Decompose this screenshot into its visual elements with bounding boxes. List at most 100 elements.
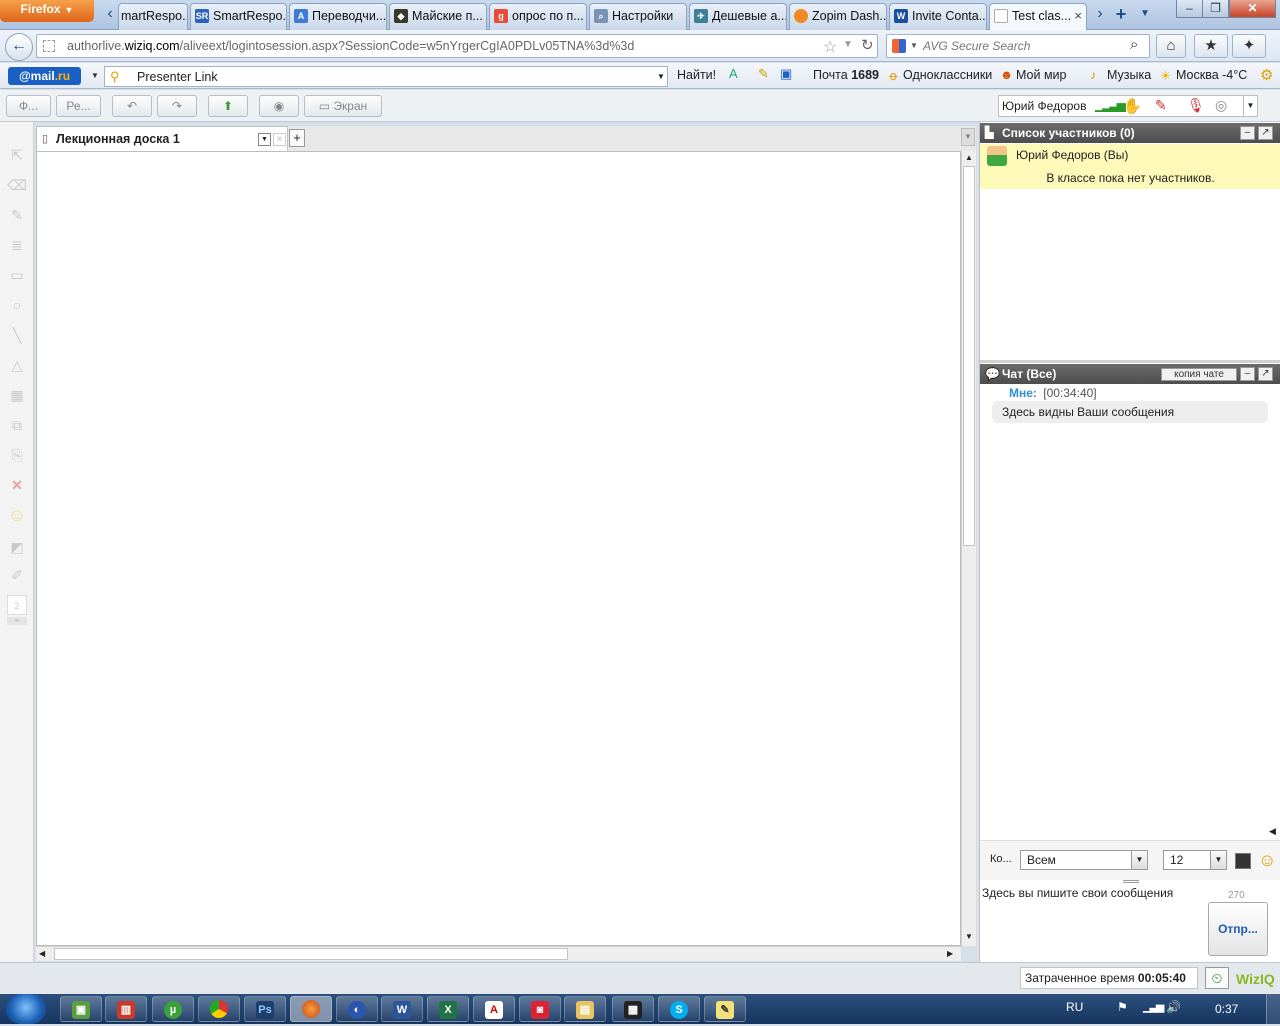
line-color-icon[interactable]: ✐ [7,565,27,585]
reload-icon[interactable]: ↻ [861,36,874,54]
music-link[interactable]: Музыка [1107,68,1151,82]
vertical-scroll-thumb[interactable] [963,166,975,546]
close-board-icon[interactable]: × [273,133,286,146]
site-identity-icon[interactable] [43,40,55,52]
myworld-link[interactable]: Мой мир [1016,68,1067,82]
emoticon-tool-icon[interactable]: ☺ [7,505,27,525]
add-board-button[interactable]: + [289,129,305,147]
paste-tool-icon[interactable]: ⎘ [7,445,27,465]
browser-tab[interactable]: g опрос по п... [489,3,587,30]
taskbar-app-utorrent[interactable]: µ [152,996,194,1022]
popout-panel-icon[interactable]: ↗ [1258,126,1273,140]
board-tab[interactable]: ▯ Лекционная доска 1 ▼ × [36,126,288,152]
mail-link[interactable]: Почта 1689 [813,68,879,82]
search-history-dropdown-icon[interactable]: ▼ [657,72,665,81]
stroke-width-selector[interactable]: 2 [7,595,27,615]
screen-share-button[interactable]: ▭ Экран [304,95,382,117]
search-icon[interactable]: ⌕ [1130,36,1138,53]
taskbar-app-chrome[interactable] [198,996,240,1022]
highlighter-icon[interactable]: ✎ [758,66,769,82]
taskbar-app-reader[interactable]: ◙ [519,996,561,1022]
close-window-icon[interactable]: ✕ [1229,0,1276,18]
screenshot-icon[interactable]: ▣ [780,66,792,82]
chat-recipient-select[interactable]: Всем ▼ [1020,850,1148,870]
text-color-picker[interactable] [1235,853,1251,869]
chat-input[interactable]: Здесь вы пишите свои сообщения 270 Отпр.… [980,884,1280,962]
minimize-window-icon[interactable]: – [1176,0,1203,18]
text-tool-icon[interactable]: ≣ [7,235,27,255]
mailru-search-input[interactable]: ⚲ Presenter Link ▼ [104,66,668,87]
addons-button[interactable]: ✦ [1232,34,1266,58]
scroll-right-icon[interactable]: ▶ [947,949,953,958]
address-bar[interactable]: authorlive.wiziq.com/aliveext/logintoses… [36,34,878,58]
fill-color-icon[interactable]: ◩ [7,537,27,557]
mailru-logo[interactable]: @mail.ru [8,67,81,85]
bookmarks-button[interactable]: ★ [1194,34,1228,58]
participant-item[interactable]: Юрий Федоров (Вы) [980,144,1280,168]
copy-tool-icon[interactable]: ⧉ [7,415,27,435]
font-size-select[interactable]: 12 ▼ [1163,850,1227,870]
taskbar-app-word[interactable]: W [381,996,423,1022]
find-button[interactable]: Найти! [677,68,716,82]
scroll-left-icon[interactable]: ◀ [39,949,45,958]
file-button[interactable]: Ф... [6,95,51,117]
eraser-tool-icon[interactable]: ⌫ [7,175,27,195]
taskbar-app-skype[interactable]: S [658,996,700,1022]
bookmark-star-icon[interactable]: ☆ [823,37,837,57]
collapse-panel-icon[interactable]: ◀ [1269,826,1276,837]
copy-chat-button[interactable]: копия чате [1161,368,1237,381]
new-tab-icon[interactable]: + [1113,5,1129,25]
table-tool-icon[interactable]: ▦ [7,385,27,405]
user-menu-dropdown-icon[interactable]: ▼ [1243,96,1257,116]
browser-tab[interactable]: ⌕ Настройки [589,3,687,30]
network-signal-icon[interactable]: ▁▃▅ [1143,1000,1164,1013]
clock-add-icon[interactable]: ⏲ [1205,967,1229,989]
search-bar[interactable]: ▼ AVG Secure Search ⌕ [886,34,1150,58]
rectangle-tool-icon[interactable]: ▭ [7,265,27,285]
browser-tab-active[interactable]: Test clas... × [989,3,1087,30]
board-list-dropdown-icon[interactable]: ▼ [961,128,975,146]
taskbar-app-explorer[interactable]: ▤ [564,996,606,1022]
upload-content-button[interactable]: ⬆ [208,95,248,117]
raise-hand-icon[interactable]: ✋ [1123,97,1142,115]
mailru-menu-dropdown-icon[interactable]: ▼ [91,71,99,80]
taskbar-app-acrobat[interactable]: A [473,996,515,1022]
list-tabs-icon[interactable]: ▼ [1137,5,1153,25]
scroll-up-icon[interactable]: ▲ [965,153,973,162]
weather-link[interactable]: Москва -4°C [1176,68,1247,82]
taskbar-app-photoshop[interactable]: Ps [244,996,286,1022]
start-button[interactable] [6,994,46,1024]
whiteboard-canvas[interactable] [36,151,961,946]
browser-tab[interactable]: A Переводчи... [289,3,387,30]
browser-tab[interactable]: ◆ Майские п... [389,3,487,30]
search-provider-icon[interactable]: ⚲ [110,69,120,85]
mic-disabled-icon[interactable]: 🎙 [1187,97,1205,114]
delete-tool-icon[interactable]: ✕ [7,475,27,495]
clock[interactable]: 0:37 [1215,1002,1238,1016]
tools-more-icon[interactable]: ◂▸ [7,617,27,625]
home-button[interactable]: ⌂ [1156,34,1186,58]
line-tool-icon[interactable]: ╲ [7,325,27,345]
history-dropdown-icon[interactable]: ▼ [843,39,853,50]
taskbar-app-media[interactable]: ▩ [612,996,654,1022]
browser-tab[interactable]: ✈ Дешевые а... [689,3,787,30]
board-vertical-scrollbar[interactable]: ▲ ▼ [961,151,976,946]
send-button[interactable]: Отпр... [1208,902,1268,956]
action-center-flag-icon[interactable]: ⚑ [1117,1000,1128,1014]
browser-tab[interactable]: W Invite Conta... [889,3,987,30]
scroll-down-icon[interactable]: ▼ [965,932,973,941]
restore-window-icon[interactable]: ❐ [1202,0,1229,18]
taskbar-app-globe[interactable]: ◐ [336,996,378,1022]
minimize-chat-icon[interactable]: – [1240,367,1255,381]
settings-gear-icon[interactable]: ⚙ [1260,66,1273,84]
pen-disabled-icon[interactable]: ✎ [1155,97,1167,114]
volume-icon[interactable]: 🔊 [1166,1000,1181,1014]
text-size-icon[interactable]: A [729,66,738,81]
undo-button[interactable]: ↶ [112,95,152,117]
show-desktop-button[interactable] [1266,994,1280,1024]
emoticon-icon[interactable]: ☺ [1258,850,1276,871]
media-button[interactable]: ◉ [259,95,299,117]
pencil-tool-icon[interactable]: ✎ [7,205,27,225]
panel-splitter[interactable] [980,360,1280,363]
horizontal-scroll-thumb[interactable] [54,948,568,960]
